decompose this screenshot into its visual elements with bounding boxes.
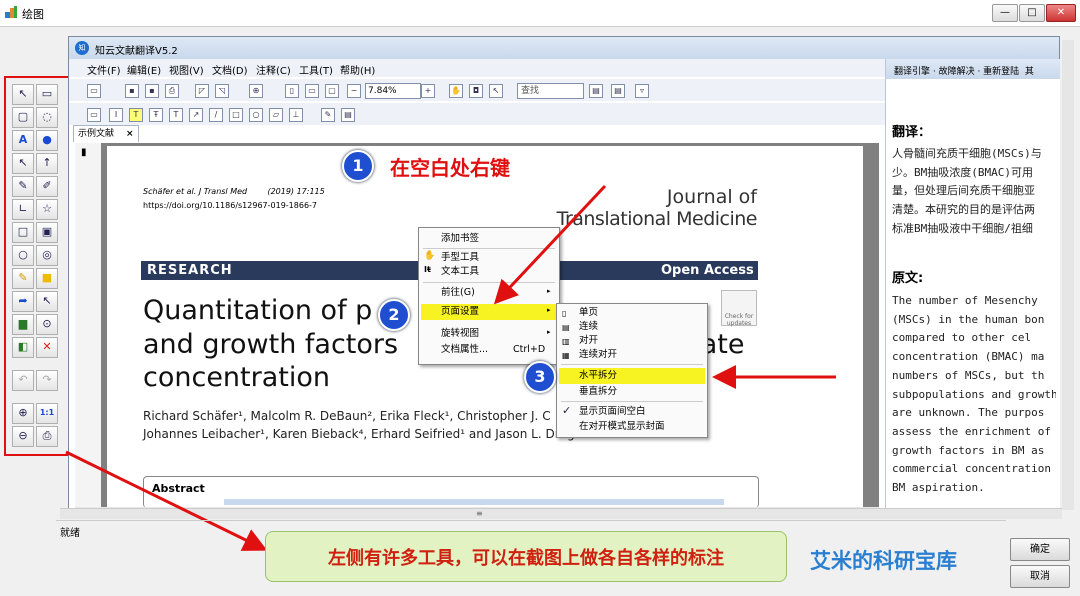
step-1-label: 在空白处右键 [390, 156, 510, 180]
step-1-marker: 1 [342, 150, 374, 182]
arrow-to-page-setup [493, 184, 607, 305]
annotation-arrows [65, 184, 836, 551]
tip-banner: 左侧有许多工具，可以在截图上做各自各样的标注 [265, 531, 787, 582]
step-3-marker: 3 [524, 361, 556, 393]
ok-button[interactable]: 确定 [1010, 538, 1070, 561]
cancel-button[interactable]: 取消 [1010, 565, 1070, 588]
tip-banner-text: 左侧有许多工具，可以在截图上做各自各样的标注 [328, 548, 724, 569]
step-2-marker: 2 [378, 299, 410, 331]
watermark: 艾米的科研宝库 [810, 549, 957, 573]
